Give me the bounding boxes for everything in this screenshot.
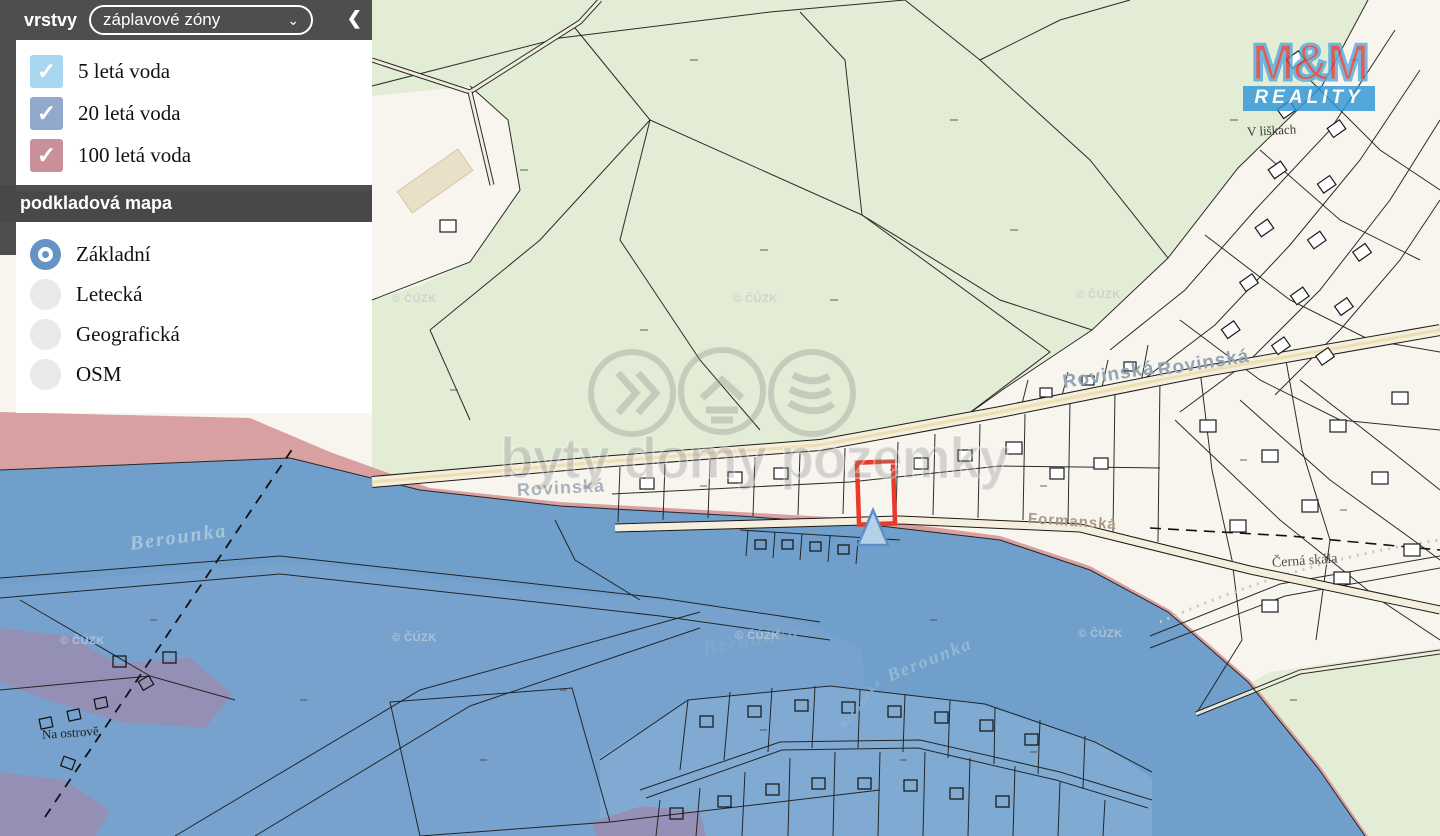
basemap-option-label: Letecká <box>76 282 142 307</box>
basemap-option-letecka[interactable]: Letecká <box>30 279 372 310</box>
basemap-card: Základní Letecká Geografická OSM <box>16 222 372 413</box>
radio-geograficka[interactable] <box>30 319 61 350</box>
layer-type-dropdown-value: záplavové zóny <box>103 10 220 30</box>
map-viewport: Rovinská Rovinská Rovinská Formanská Čer… <box>0 0 1440 836</box>
logo-mm-text: M&M <box>1243 40 1375 86</box>
flood-layer-label: 5 letá voda <box>78 59 170 84</box>
flood-layers-card: 5 letá voda 20 letá voda 100 letá voda <box>16 40 372 191</box>
checkbox-100y-checked[interactable] <box>30 139 63 172</box>
logo-reality-text: REALITY <box>1243 86 1375 111</box>
basemap-header-bar: podkladová mapa <box>0 185 372 222</box>
flood-layer-row-20y[interactable]: 20 letá voda <box>30 97 372 130</box>
panel-header: vrstvy záplavové zóny ⌄ ❮ <box>0 0 372 40</box>
basemap-option-label: Základní <box>76 242 151 267</box>
layer-type-dropdown[interactable]: záplavové zóny ⌄ <box>89 5 313 35</box>
basemap-option-label: Geografická <box>76 322 180 347</box>
checkbox-5y-checked[interactable] <box>30 55 63 88</box>
flood-layer-row-5y[interactable]: 5 letá voda <box>30 55 372 88</box>
basemap-option-geograficka[interactable]: Geografická <box>30 319 372 350</box>
flood-layer-label: 100 letá voda <box>78 143 191 168</box>
chevron-down-icon: ⌄ <box>287 12 299 29</box>
checkbox-20y-checked[interactable] <box>30 97 63 130</box>
panel-title: vrstvy <box>24 10 77 31</box>
flood-layer-label: 20 letá voda <box>78 101 181 126</box>
flood-layer-row-100y[interactable]: 100 letá voda <box>30 139 372 172</box>
basemap-option-label: OSM <box>76 362 122 387</box>
radio-osm[interactable] <box>30 359 61 390</box>
basemap-option-osm[interactable]: OSM <box>30 359 372 390</box>
basemap-option-zakladni[interactable]: Základní <box>30 239 372 270</box>
collapse-panel-icon[interactable]: ❮ <box>347 8 362 29</box>
basemap-header-label: podkladová mapa <box>20 193 172 214</box>
radio-letecka[interactable] <box>30 279 61 310</box>
radio-zakladni-selected[interactable] <box>30 239 61 270</box>
mm-reality-logo: M&M REALITY <box>1243 40 1375 111</box>
